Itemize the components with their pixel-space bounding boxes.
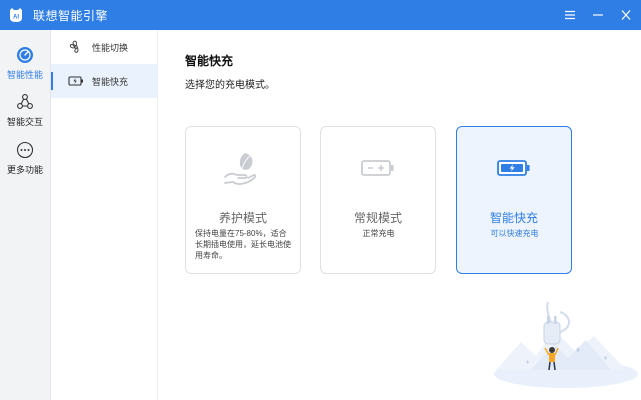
page-subtitle: 选择您的充电模式。 (185, 80, 275, 91)
speedometer-icon (16, 46, 34, 64)
nav-label: 智能交互 (6, 117, 43, 127)
app-title: 联想智能引擎 (33, 8, 109, 23)
minimize-icon (593, 14, 603, 16)
left-nav: 智能性能 智能交互 更多功能 (0, 30, 51, 400)
close-icon (621, 10, 631, 20)
nav-label: 更多功能 (6, 165, 43, 175)
interaction-icon (16, 93, 34, 111)
card-care-mode[interactable]: 养护模式 保持电量在75-80%，适合长期插电使用，延长电池使用寿命。 (185, 126, 301, 274)
menu-button[interactable] (557, 0, 583, 30)
more-icon (16, 141, 34, 159)
svg-text:AI: AI (13, 15, 19, 21)
title-bar: AI 联想智能引擎 (0, 0, 641, 30)
nav-item-more-features[interactable]: 更多功能 (0, 138, 50, 184)
battery-fast-icon (457, 159, 571, 177)
card-normal-mode[interactable]: 常规模式 正常充电 (320, 126, 436, 274)
subnav-label: 智能快充 (92, 76, 129, 87)
hamburger-icon (565, 10, 575, 20)
card-title: 养护模式 (218, 211, 267, 225)
charging-illustration (476, 300, 641, 400)
minimize-button[interactable] (585, 0, 611, 30)
card-description: 可以快速充电 (490, 229, 539, 238)
leaf-hand-icon (186, 149, 300, 187)
card-smart-fast-charge[interactable]: 智能快充 可以快速充电 (456, 126, 572, 274)
nav-item-smart-performance[interactable]: 智能性能 (0, 43, 50, 89)
sub-nav: 性能切换 智能快充 (51, 30, 158, 400)
main-content: 智能快充 选择您的充电模式。 养护模式 保持电量在75-80%，适合长期插电使用… (158, 30, 641, 400)
card-description: 保持电量在75-80%，适合长期插电使用，延长电池使用寿命。 (195, 229, 291, 260)
card-title: 智能快充 (489, 211, 538, 225)
subnav-item-performance-switch[interactable]: 性能切换 (51, 30, 157, 64)
subnav-item-smart-fast-charge[interactable]: 智能快充 (51, 64, 157, 98)
close-button[interactable] (613, 0, 639, 30)
nav-label: 智能性能 (6, 70, 43, 80)
card-description: 正常充电 (362, 229, 395, 238)
subnav-label: 性能切换 (92, 42, 129, 53)
battery-normal-icon (321, 159, 435, 177)
app-logo-icon: AI (7, 6, 25, 24)
page-title: 智能快充 (185, 54, 234, 68)
card-title: 常规模式 (353, 211, 402, 225)
battery-charge-icon (68, 74, 84, 88)
fan-icon (68, 40, 84, 54)
nav-item-smart-interaction[interactable]: 智能交互 (0, 90, 50, 136)
